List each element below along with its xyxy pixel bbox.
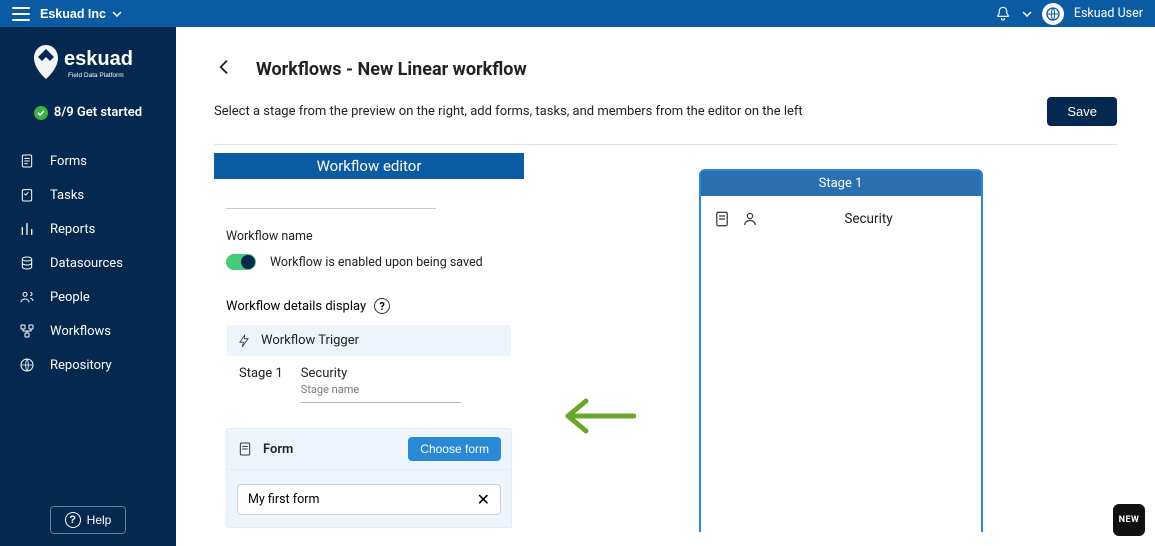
org-name: Eskuad Inc	[40, 7, 106, 21]
stage-card-title: Stage 1	[701, 171, 981, 196]
sidebar-item-people[interactable]: People	[0, 280, 176, 314]
trigger-label: Workflow Trigger	[261, 333, 359, 348]
form-icon	[713, 210, 731, 228]
chevron-down-icon	[112, 11, 122, 17]
sidebar-item-datasources[interactable]: Datasources	[0, 246, 176, 280]
sidebar-item-label: People	[50, 290, 90, 305]
stage-index-label: Stage 1	[239, 366, 283, 381]
bell-icon	[994, 5, 1012, 23]
details-display-label: Workflow details display	[226, 299, 366, 314]
form-chip-label: My first form	[248, 492, 319, 507]
choose-form-button[interactable]: Choose form	[408, 437, 501, 461]
back-button[interactable]	[214, 57, 238, 81]
page-title: Workflows - New Linear workflow	[256, 59, 527, 80]
stage-card-name: Security	[769, 211, 969, 227]
help-label: Help	[87, 513, 112, 527]
get-started-link[interactable]: 8/9 Get started	[0, 95, 176, 138]
enabled-toggle[interactable]	[226, 254, 256, 270]
toggle-description: Workflow is enabled upon being saved	[270, 255, 483, 270]
people-icon	[18, 288, 36, 306]
workflow-name-input[interactable]	[226, 197, 436, 209]
hamburger-icon	[12, 7, 30, 21]
globe-icon	[1045, 6, 1061, 22]
form-icon	[18, 152, 36, 170]
sidebar-item-repository[interactable]: Repository	[0, 348, 176, 382]
sidebar-item-label: Repository	[50, 358, 112, 373]
form-icon	[237, 441, 253, 457]
help-tooltip-icon[interactable]: ?	[374, 298, 390, 314]
remove-form-button[interactable]: ✕	[477, 490, 490, 509]
sidebar: eskuad Field Data Platform 8/9 Get start…	[0, 27, 176, 546]
globe-avatar[interactable]	[1042, 3, 1064, 25]
topbar: Eskuad Inc Eskuad User	[0, 0, 1155, 27]
workflow-name-label: Workflow name	[226, 229, 512, 244]
user-name[interactable]: Eskuad User	[1074, 6, 1143, 21]
nav-list: Forms Tasks Reports Datasources People W…	[0, 138, 176, 388]
stage-card[interactable]: Stage 1 Security +	[699, 169, 983, 532]
sidebar-item-tasks[interactable]: Tasks	[0, 178, 176, 212]
page-subtitle: Select a stage from the preview on the r…	[214, 104, 803, 119]
sidebar-item-label: Datasources	[50, 256, 123, 271]
stage-name-value: Security	[301, 366, 461, 381]
workflow-editor-panel: Workflow editor Workflow name Workflow i…	[214, 153, 524, 532]
sidebar-item-workflows[interactable]: Workflows	[0, 314, 176, 348]
check-icon	[34, 106, 48, 120]
sidebar-item-label: Tasks	[50, 188, 84, 203]
editor-header: Workflow editor	[214, 153, 524, 179]
user-menu-chevron[interactable]	[1022, 11, 1032, 17]
help-button[interactable]: ? Help	[50, 506, 127, 534]
sidebar-item-reports[interactable]: Reports	[0, 212, 176, 246]
form-chip: My first form ✕	[237, 484, 501, 515]
chevron-down-icon	[1022, 11, 1032, 17]
brand-logo: eskuad Field Data Platform	[0, 37, 176, 95]
get-started-label: 8/9 Get started	[54, 105, 142, 120]
sidebar-item-label: Reports	[50, 222, 95, 237]
svg-text:eskuad: eskuad	[64, 48, 133, 70]
save-button[interactable]: Save	[1047, 97, 1117, 126]
page-card: Workflows - New Linear workflow Select a…	[186, 41, 1145, 532]
sidebar-item-forms[interactable]: Forms	[0, 144, 176, 178]
svg-text:Field Data Platform: Field Data Platform	[68, 72, 124, 79]
repository-icon	[18, 356, 36, 374]
lightning-icon	[237, 334, 251, 348]
sidebar-item-label: Workflows	[50, 324, 111, 339]
divider	[214, 144, 1117, 145]
chevron-left-icon	[214, 57, 234, 77]
main: Workflows - New Linear workflow Select a…	[176, 27, 1155, 546]
sidebar-item-label: Forms	[50, 154, 87, 169]
stage-name-input[interactable]: Security Stage name	[301, 366, 461, 403]
datasource-icon	[18, 254, 36, 272]
hamburger-button[interactable]	[12, 7, 30, 21]
stage-name-hint: Stage name	[301, 383, 461, 396]
reports-icon	[18, 220, 36, 238]
help-icon: ?	[65, 512, 81, 528]
workflows-icon	[18, 322, 36, 340]
form-section-label: Form	[263, 442, 293, 457]
workflow-preview: Stage 1 Security +	[564, 153, 1117, 532]
task-icon	[18, 186, 36, 204]
org-switcher[interactable]: Eskuad Inc	[40, 7, 122, 21]
notifications-button[interactable]	[994, 5, 1012, 23]
new-badge[interactable]: NEW	[1113, 504, 1145, 536]
person-icon	[741, 210, 759, 228]
